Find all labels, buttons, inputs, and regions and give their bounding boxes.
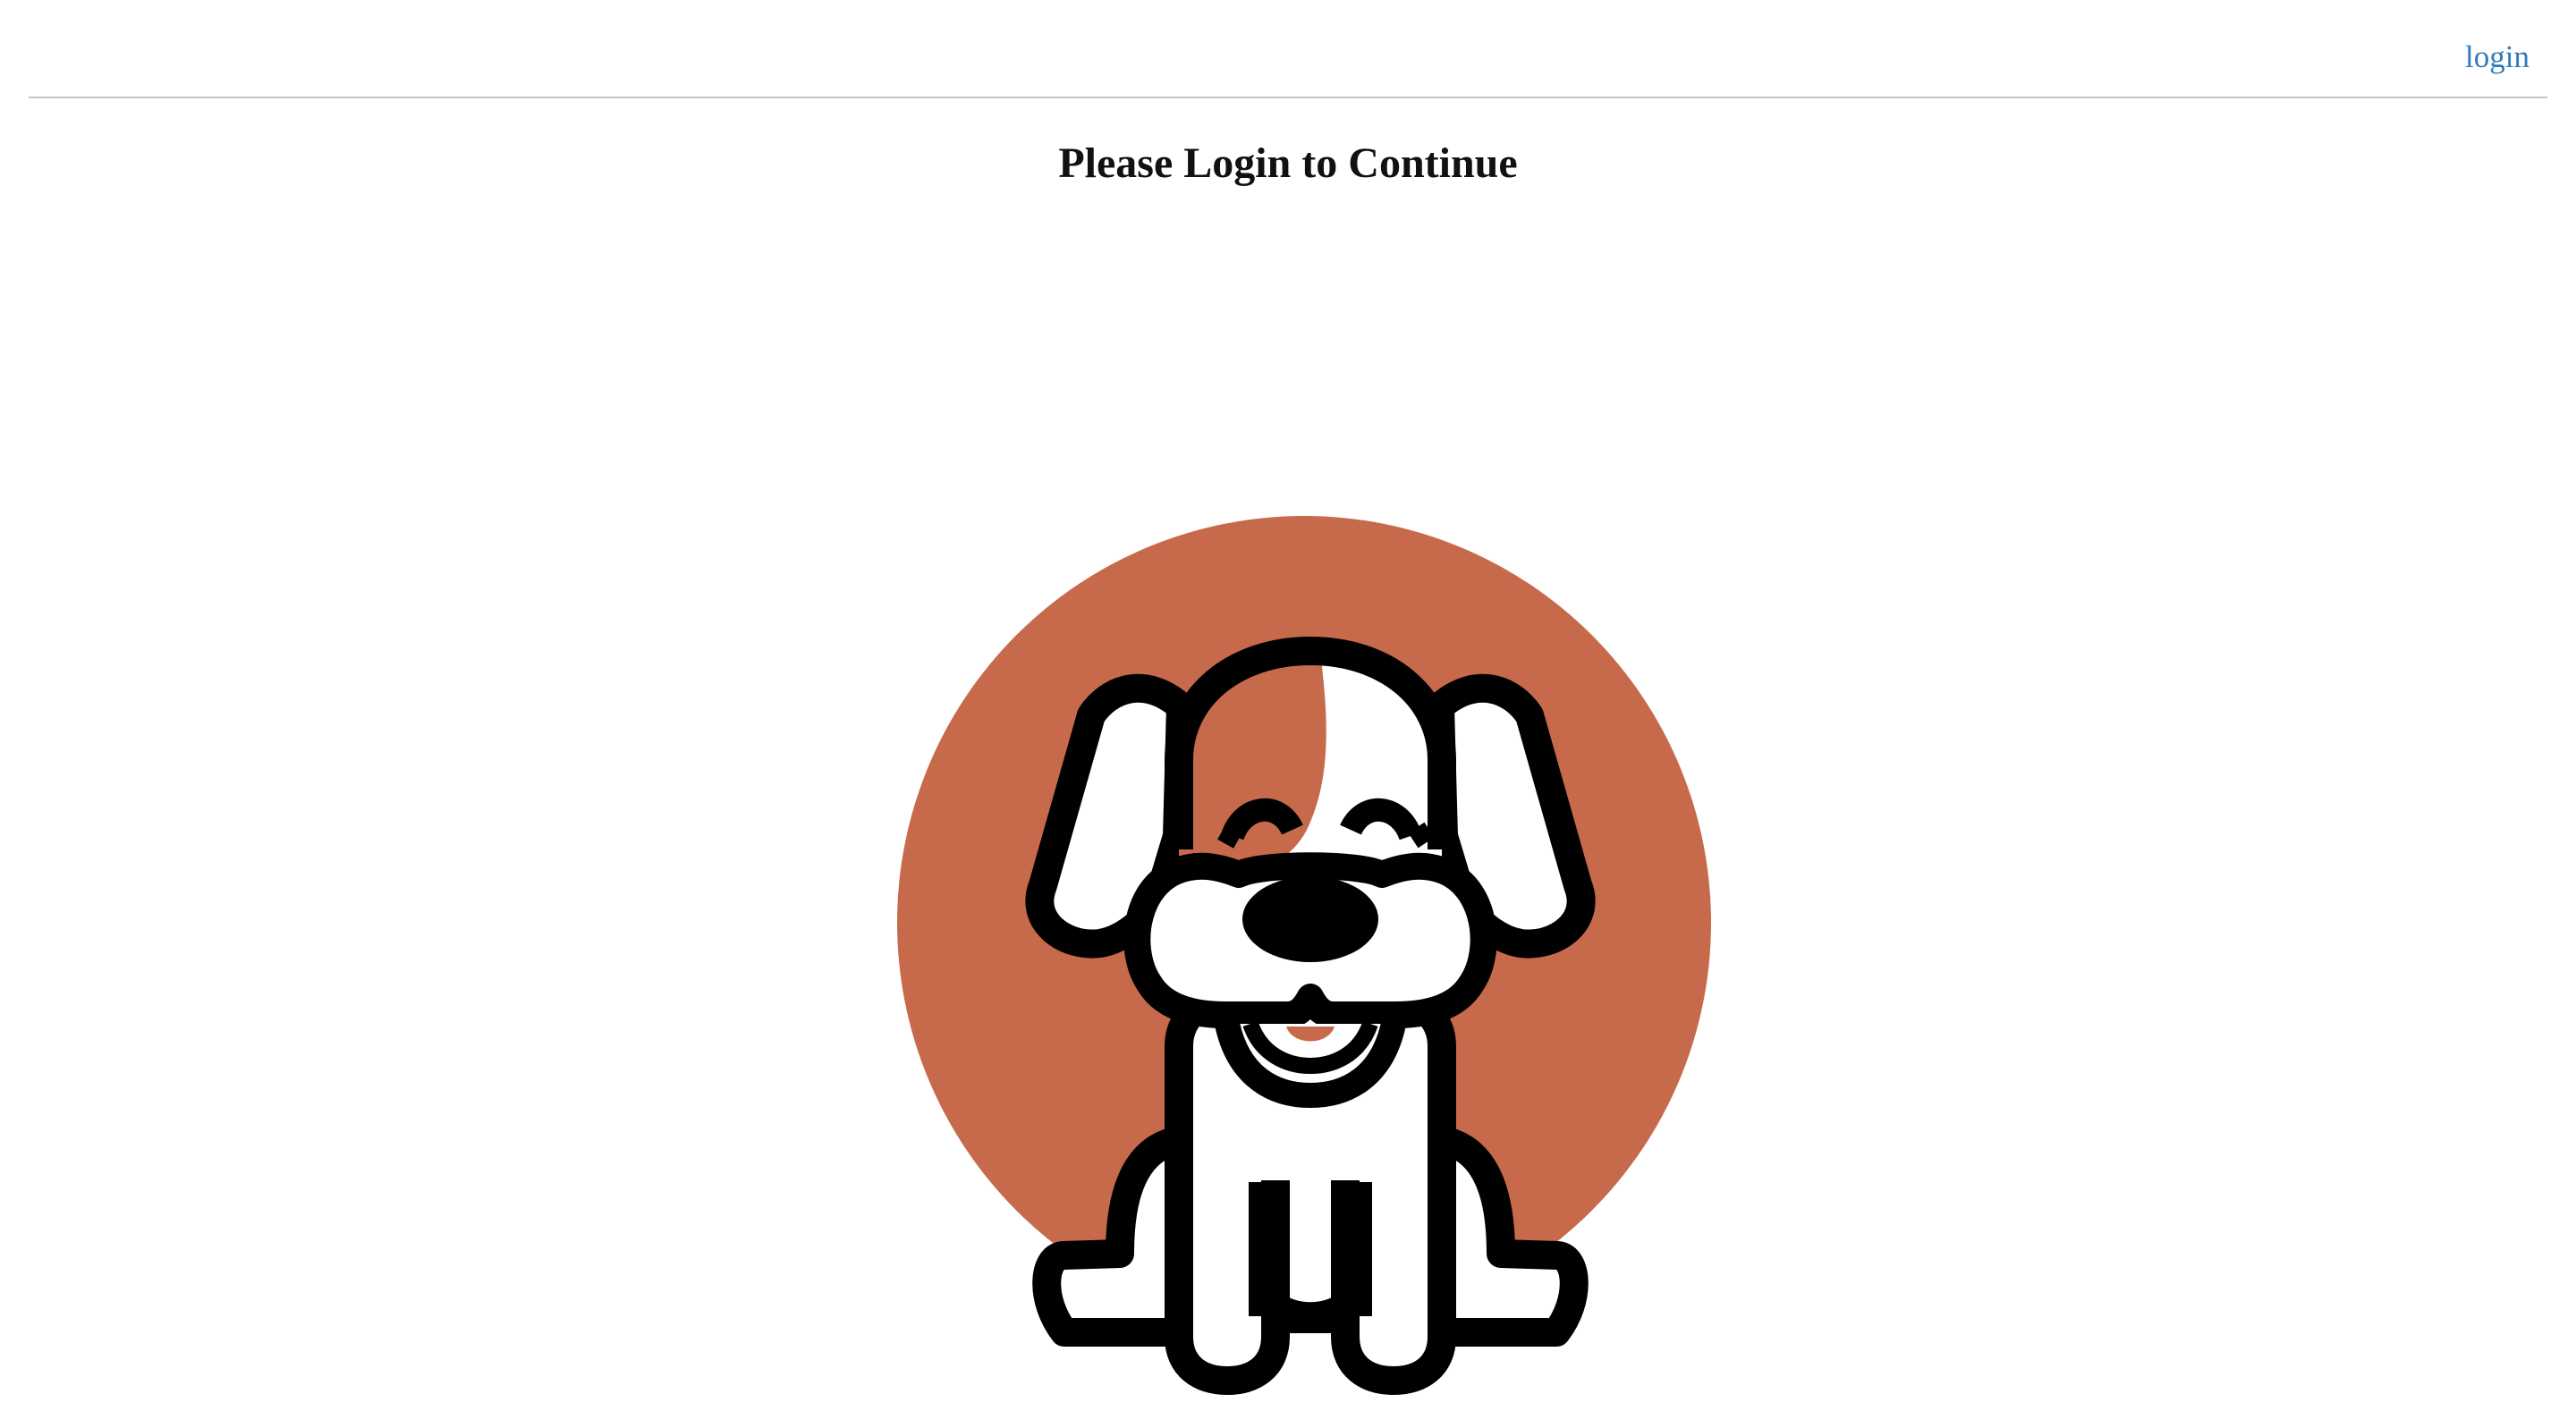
- mascot-collar: [1215, 1020, 1406, 1108]
- mascot-left-front-leg: [1165, 1180, 1290, 1395]
- top-navigation-bar: login: [29, 0, 2547, 98]
- mascot-right-eye: [1340, 798, 1422, 841]
- mascot-head: [1179, 651, 1442, 930]
- mascot-torso: [1165, 985, 1456, 1333]
- mascot-left-ear: [1025, 673, 1195, 959]
- mascot-right-hind-leg: [1428, 1126, 1589, 1347]
- mascot-head-patch: [1179, 651, 1326, 872]
- mascot-muzzle: [1123, 852, 1497, 1028]
- mascot-left-hind-leg: [1032, 1126, 1193, 1347]
- mascot-background-circle: [897, 516, 1711, 1330]
- mascot-tongue: [1286, 1027, 1335, 1042]
- mascot-nose: [1242, 876, 1378, 962]
- mascot-left-eye: [1221, 798, 1303, 841]
- login-link[interactable]: login: [2465, 41, 2529, 72]
- dog-mascot-icon: [897, 516, 1711, 1395]
- mascot-right-ear: [1426, 673, 1596, 959]
- page-title: Please Login to Continue: [1058, 139, 1518, 187]
- mascot-right-front-leg: [1331, 1180, 1456, 1395]
